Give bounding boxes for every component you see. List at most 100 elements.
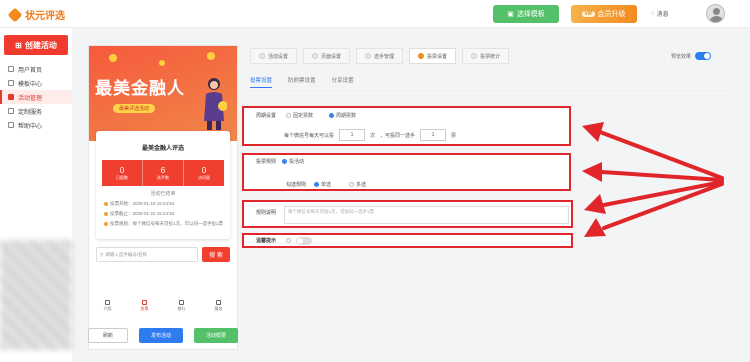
signup-icon	[216, 300, 221, 305]
publish-button[interactable]: 发布活动	[139, 328, 183, 343]
stat-label: 选手数	[157, 174, 169, 180]
radio-single-choice[interactable]: 单选	[314, 181, 331, 188]
logo-text: 状元评选	[25, 11, 65, 22]
subtab-vote-settings[interactable]: 投票设置	[250, 76, 273, 88]
tab-label: 投票设置	[427, 53, 448, 60]
preview-effect-toggle: 预览效果	[671, 52, 712, 60]
votes-per-contestant-input[interactable]: 1	[420, 129, 447, 141]
page-icon	[312, 53, 319, 59]
radio-fixed-votes[interactable]: 固定票数	[286, 112, 313, 119]
sidebar-item-custom-service[interactable]: 定制服务	[0, 104, 72, 118]
tab-label: 活动设置	[268, 53, 289, 60]
preview-banner: 最美金融人 最美评选活动	[89, 46, 237, 141]
nav-rank[interactable]: 排行	[163, 296, 200, 316]
radio-circle-selected	[282, 159, 287, 164]
nav-label: 介绍	[103, 306, 112, 311]
description-label: 规则说明	[256, 210, 277, 216]
user-icon	[365, 53, 372, 59]
info-text: 投票规则：每个微信号每天可投1次，可以同一选手投1票	[110, 221, 224, 226]
messages-link[interactable]: ◌ 消息	[651, 9, 669, 19]
check-rule-label: 勾选规则	[286, 182, 307, 188]
sidebar-item-label: 用户首页	[18, 67, 43, 74]
preview-switch[interactable]	[695, 52, 712, 60]
refresh-button[interactable]: 刷新	[88, 328, 128, 343]
subtab-share-settings[interactable]: 分享设置	[332, 76, 354, 88]
service-icon	[8, 108, 14, 114]
votes-unit: 票	[451, 132, 457, 139]
stat-visits: 0 访问量	[184, 160, 224, 186]
create-activity-label: 创建活动	[24, 40, 57, 50]
logo-icon	[7, 7, 23, 22]
search-row: ⚲ 请输入选手编号/名称 搜 索	[96, 247, 230, 262]
search-button[interactable]: 搜 索	[202, 247, 230, 262]
tab-page-settings[interactable]: 页面设置	[303, 48, 351, 64]
sidebar-item-activity-management[interactable]: 活动管理	[0, 90, 72, 104]
sidebar-item-label: 定制服务	[18, 109, 43, 116]
message-icon: ◌	[651, 10, 655, 17]
banner-subtitle: 最美评选活动	[113, 104, 156, 113]
vip-upgrade-button[interactable]: VIP 会员升级	[571, 5, 637, 23]
tab-label: 页面设置	[321, 53, 342, 60]
search-placeholder: 请输入选手编号/名称	[105, 251, 148, 257]
activity-summary-button[interactable]: 活动概要	[194, 328, 238, 343]
tab-vote-settings[interactable]: 投票设置	[409, 48, 457, 64]
bullet-icon	[104, 222, 108, 226]
bullet-icon	[104, 212, 108, 216]
rule-middle: ，可投同一选手	[380, 132, 416, 139]
stat-number: 6	[160, 165, 166, 175]
stat-number: 0	[201, 165, 207, 175]
avatar-head	[713, 8, 720, 15]
activity-card: 最美金融人评选 0 已报数 6 选手数 0 访问量 活动已结束 投票开始：202…	[96, 131, 230, 239]
logo[interactable]: 状元评选	[7, 7, 65, 22]
tip-switch[interactable]	[296, 237, 312, 245]
tab-activity-settings[interactable]: 活动设置	[250, 48, 298, 64]
radio-label: 周期票数	[336, 113, 357, 119]
nav-label: 报名	[214, 306, 223, 311]
radio-circle-selected	[329, 113, 334, 118]
subtab-anti-fraud[interactable]: 防刷票设置	[288, 76, 316, 88]
sidebar-item-label: 模板中心	[18, 81, 43, 88]
radio-vote-activity[interactable]: 投活动	[282, 158, 304, 165]
sidebar-item-help[interactable]: 帮助中心	[0, 118, 72, 132]
info-text: 投票截止：2025-01-22 15:24:54	[110, 211, 175, 216]
nav-intro[interactable]: 介绍	[89, 296, 126, 316]
search-icon: ⚲	[100, 251, 104, 257]
sidebar-item-templates[interactable]: 模板中心	[0, 76, 72, 90]
nav-label: 排行	[177, 306, 186, 311]
sidebar-item-home[interactable]: 用户首页	[0, 62, 72, 76]
select-template-label: 选择模板	[516, 11, 545, 18]
user-avatar[interactable]	[706, 4, 725, 23]
create-activity-button[interactable]: ⊞ 创建活动	[4, 35, 68, 55]
coin-icon	[207, 52, 215, 60]
vote-icon	[418, 53, 425, 59]
preview-bottom-nav: 介绍 投票 排行 报名	[89, 296, 237, 316]
tab-contestant-management[interactable]: 选手管理	[356, 48, 404, 64]
nav-label: 投票	[140, 306, 149, 311]
radio-label: 投活动	[289, 159, 305, 165]
contestant-search-input[interactable]: ⚲ 请输入选手编号/名称	[96, 247, 198, 262]
radio-label: 固定票数	[293, 113, 314, 119]
settings-tabs: 活动设置 页面设置 选手管理 投票设置 投票统计	[250, 48, 510, 64]
info-end: 投票截止：2025-01-22 15:24:54	[104, 211, 230, 217]
preview-actions: 刷新 发布活动 活动概要	[88, 328, 238, 343]
vip-upgrade-label: 会员升级	[597, 11, 626, 18]
nav-vote[interactable]: 投票	[126, 296, 163, 316]
radio-circle-selected	[314, 182, 319, 187]
vip-badge: VIP	[582, 11, 595, 17]
tip-panel: 温馨提示	[242, 233, 573, 248]
rule-description-textarea[interactable]: 每个微信号每天可投1次，可投同一选手1票	[284, 206, 569, 224]
stat-label: 已报数	[116, 174, 128, 180]
nav-signup[interactable]: 报名	[200, 296, 237, 316]
times-per-day-input[interactable]: 1	[339, 129, 366, 141]
template-icon: ▣	[507, 11, 514, 18]
radio-cycle-votes[interactable]: 周期票数	[329, 112, 356, 119]
vote-rule-panel: 投票规则 投活动 勾选规则 单选 多选	[242, 153, 571, 191]
stats-bar: 0 已报数 6 选手数 0 访问量	[102, 160, 224, 186]
sidebar-item-label: 活动管理	[18, 95, 43, 102]
vote-icon	[142, 300, 147, 305]
coin-icon	[159, 60, 165, 66]
select-template-button[interactable]: ▣ 选择模板	[493, 5, 559, 23]
tab-vote-statistics[interactable]: 投票统计	[462, 48, 510, 64]
rank-icon	[179, 300, 184, 305]
radio-multiple-choice[interactable]: 多选	[349, 181, 366, 188]
